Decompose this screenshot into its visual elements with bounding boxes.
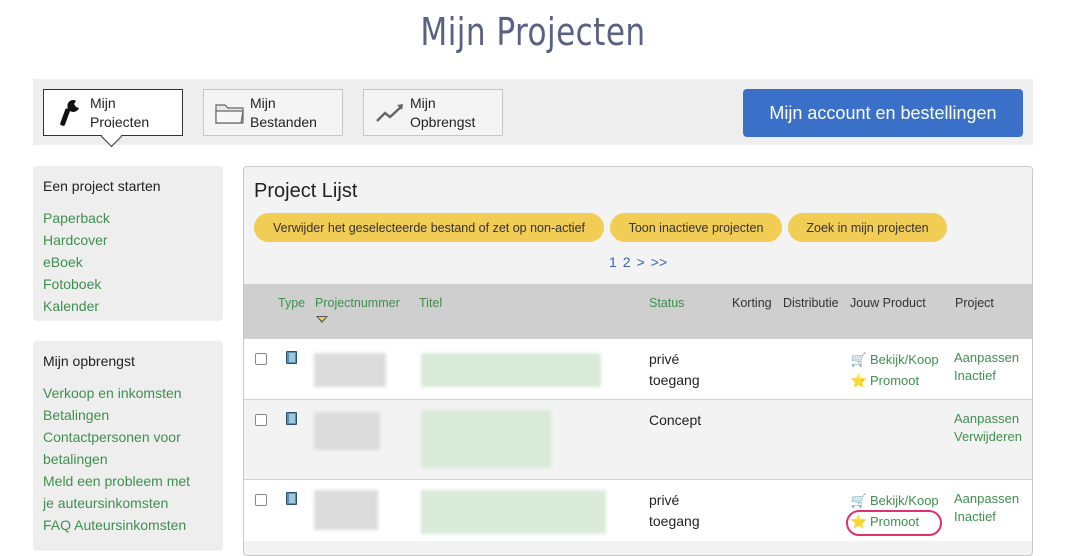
row-actions: Aanpassen Inactief bbox=[954, 349, 1019, 385]
project-list-panel: Project Lijst Verwijder het geselecteerd… bbox=[243, 166, 1033, 556]
col-status[interactable]: Status bbox=[649, 296, 684, 310]
sidebar-revenue: Mijn opbrengst Verkoop en inkomsten Beta… bbox=[33, 341, 223, 551]
nav-label-line1: Mijn bbox=[410, 94, 436, 111]
nav-my-projects-button[interactable]: Mijn Projecten bbox=[43, 89, 183, 136]
edit-link[interactable]: Aanpassen bbox=[954, 349, 1019, 367]
delete-selected-button[interactable]: Verwijder het geselecteerde bestand of z… bbox=[254, 213, 604, 242]
col-type[interactable]: Type bbox=[278, 296, 305, 310]
nav-label-line2: Bestanden bbox=[250, 113, 317, 130]
col-project-number[interactable]: Projectnummer bbox=[315, 296, 400, 310]
book-icon bbox=[286, 351, 297, 364]
row-product-links: 🛒 Bekijk/Koop ⭐ Promoot bbox=[850, 349, 939, 391]
sidebar-link-ebook[interactable]: eBoek bbox=[43, 251, 213, 273]
folder-icon bbox=[212, 95, 248, 131]
view-buy-label: Bekijk/Koop bbox=[870, 352, 939, 367]
table-header: Type Projectnummer Titel Status Korting … bbox=[244, 284, 1032, 338]
status-line1: privé bbox=[649, 351, 680, 367]
nav-label-line1: Mijn bbox=[250, 94, 276, 111]
nav-my-revenue-button[interactable]: Mijn Opbrengst bbox=[363, 89, 503, 136]
sort-down-icon bbox=[316, 316, 328, 323]
status-line1: privé bbox=[649, 492, 680, 508]
edit-link[interactable]: Aanpassen bbox=[954, 410, 1022, 428]
edit-link[interactable]: Aanpassen bbox=[954, 490, 1019, 508]
book-icon bbox=[286, 412, 297, 425]
wrench-icon bbox=[52, 95, 88, 131]
redacted-title bbox=[421, 490, 606, 534]
col-discount: Korting bbox=[732, 296, 772, 310]
cart-icon: 🛒 bbox=[850, 493, 868, 508]
top-nav-bar: Mijn Projecten Mijn Bestanden Mijn Opbrengs… bbox=[33, 79, 1033, 145]
promote-label: Promoot bbox=[870, 373, 920, 388]
deactivate-link[interactable]: Inactief bbox=[954, 367, 1019, 385]
redacted-project-number bbox=[314, 353, 386, 387]
col-project: Project bbox=[955, 296, 994, 310]
nav-label-line2: Opbrengst bbox=[410, 113, 476, 130]
cart-icon: 🛒 bbox=[850, 352, 868, 367]
deactivate-link[interactable]: Inactief bbox=[954, 508, 1019, 526]
sidebar-revenue-title: Mijn opbrengst bbox=[43, 353, 135, 369]
view-buy-label: Bekijk/Koop bbox=[870, 493, 939, 508]
redacted-project-number bbox=[314, 412, 380, 450]
table-row: privé toegang 🛒 Bekijk/Koop ⭐ Promoot Aanp… bbox=[244, 338, 1032, 399]
status-line1: Concept bbox=[649, 412, 702, 428]
col-your-product: Jouw Product bbox=[850, 296, 926, 310]
book-icon bbox=[286, 492, 297, 505]
table-row: Concept Aanpassen Verwijderen bbox=[244, 399, 1032, 479]
row-actions: Aanpassen Inactief bbox=[954, 490, 1019, 526]
sidebar-link-payment-contacts-cont[interactable]: betalingen bbox=[43, 448, 213, 470]
row-status: Concept bbox=[649, 410, 701, 431]
star-icon: ⭐ bbox=[850, 373, 868, 388]
pagination: 1 2 > >> bbox=[609, 254, 673, 270]
page-1-link[interactable]: 1 bbox=[609, 254, 617, 270]
promote-link[interactable]: ⭐ Promoot bbox=[850, 370, 939, 391]
sidebar-link-payments[interactable]: Betalingen bbox=[43, 404, 213, 426]
sidebar-link-sales[interactable]: Verkoop en inkomsten bbox=[43, 382, 213, 404]
redacted-title bbox=[421, 410, 551, 468]
status-line2: toegang bbox=[649, 372, 700, 388]
sidebar-start-project: Een project starten Paperback Hardcover … bbox=[33, 166, 223, 321]
row-status: privé toegang bbox=[649, 349, 700, 391]
row-actions: Aanpassen Verwijderen bbox=[954, 410, 1022, 446]
trend-chart-icon bbox=[372, 95, 408, 131]
nav-my-files-button[interactable]: Mijn Bestanden bbox=[203, 89, 343, 136]
page-title: Mijn Projecten bbox=[420, 10, 646, 54]
sidebar-start-title: Een project starten bbox=[43, 178, 161, 194]
table-row: privé toegang 🛒 Bekijk/Koop ⭐ Promoot Aanp… bbox=[244, 479, 1032, 541]
view-buy-link[interactable]: 🛒 Bekijk/Koop bbox=[850, 490, 939, 511]
account-and-orders-button[interactable]: Mijn account en bestellingen bbox=[743, 89, 1023, 137]
page-2-link[interactable]: 2 bbox=[623, 254, 631, 270]
promote-highlight-circle bbox=[846, 510, 942, 536]
sidebar-link-calendar[interactable]: Kalender bbox=[43, 295, 213, 317]
show-inactive-button[interactable]: Toon inactieve projecten bbox=[610, 213, 782, 242]
sidebar-link-hardcover[interactable]: Hardcover bbox=[43, 229, 213, 251]
delete-link[interactable]: Verwijderen bbox=[954, 428, 1022, 446]
sidebar-link-paperback[interactable]: Paperback bbox=[43, 207, 213, 229]
status-line2: toegang bbox=[649, 513, 700, 529]
col-distribution: Distributie bbox=[783, 296, 839, 310]
row-status: privé toegang bbox=[649, 490, 700, 532]
row-checkbox[interactable] bbox=[255, 353, 267, 365]
redacted-project-number bbox=[314, 490, 378, 530]
redacted-title bbox=[421, 353, 601, 387]
col-title[interactable]: Titel bbox=[419, 296, 442, 310]
nav-label-line2: Projecten bbox=[90, 113, 150, 130]
last-page-link[interactable]: >> bbox=[651, 254, 667, 270]
next-page-link[interactable]: > bbox=[637, 254, 645, 270]
nav-label-line1: Mijn bbox=[90, 94, 116, 111]
search-projects-button[interactable]: Zoek in mijn projecten bbox=[788, 213, 947, 242]
sidebar-link-faq[interactable]: FAQ Auteursinkomsten bbox=[43, 514, 213, 536]
sidebar-link-report-problem-cont[interactable]: je auteursinkomsten bbox=[43, 492, 213, 514]
panel-title: Project Lijst bbox=[254, 180, 358, 202]
sidebar-link-report-problem[interactable]: Meld een probleem met bbox=[43, 470, 213, 492]
row-checkbox[interactable] bbox=[255, 494, 267, 506]
sidebar-link-payment-contacts[interactable]: Contactpersonen voor bbox=[43, 426, 213, 448]
view-buy-link[interactable]: 🛒 Bekijk/Koop bbox=[850, 349, 939, 370]
sidebar-link-photobook[interactable]: Fotoboek bbox=[43, 273, 213, 295]
row-checkbox[interactable] bbox=[255, 414, 267, 426]
